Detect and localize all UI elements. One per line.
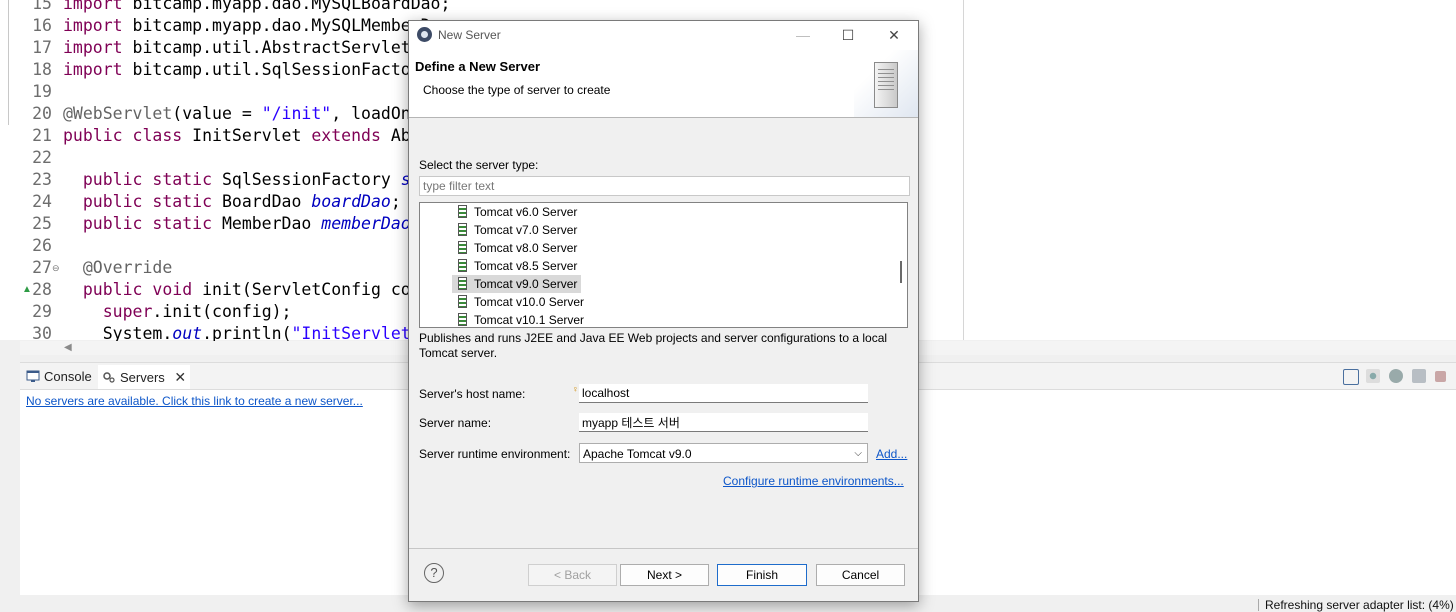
scroll-left-icon[interactable]: ◀ xyxy=(64,342,72,353)
banner-title: Define a New Server xyxy=(415,59,541,74)
tomcat-server-icon xyxy=(458,241,467,254)
type-filter-input[interactable] xyxy=(419,176,910,196)
cancel-button[interactable]: Cancel xyxy=(816,564,905,586)
tree-scrollbar-thumb[interactable] xyxy=(900,261,902,283)
configure-runtime-link[interactable]: Configure runtime environments... xyxy=(723,474,904,488)
finish-button[interactable]: Finish xyxy=(717,564,807,586)
code-line-20: 20 @WebServlet(value = "/init", loadOnSta… xyxy=(32,104,451,123)
code-line-25: 25 public static MemberDao memberDao; xyxy=(32,214,421,233)
button-bar-separator xyxy=(409,548,918,549)
host-name-label: Server's host name: xyxy=(419,387,526,401)
status-separator xyxy=(1258,599,1259,611)
console-icon xyxy=(26,368,40,382)
code-line-22: 22 xyxy=(32,148,52,167)
print-margin xyxy=(963,0,964,340)
start-server-icon[interactable] xyxy=(1389,369,1403,383)
tomcat-server-icon xyxy=(458,223,467,236)
tree-item-tomcat-v8-5[interactable]: Tomcat v8.5 Server xyxy=(452,257,581,275)
maximize-button[interactable]: ☐ xyxy=(837,25,859,45)
dialog-title: New Server xyxy=(438,28,501,42)
eclipse-icon xyxy=(417,27,432,42)
tree-item-tomcat-v10-0[interactable]: Tomcat v10.0 Server xyxy=(452,293,588,311)
next-button[interactable]: Next > xyxy=(620,564,709,586)
status-text: Refreshing server adapter list: (4%) xyxy=(1265,598,1454,612)
tomcat-server-icon xyxy=(458,205,467,218)
server-name-input[interactable] xyxy=(579,413,868,432)
stop-server-icon[interactable] xyxy=(1435,371,1446,382)
tomcat-server-icon xyxy=(458,313,467,326)
tree-item-tomcat-v10-1[interactable]: Tomcat v10.1 Server xyxy=(452,311,588,327)
server-icon xyxy=(874,62,898,108)
tab-console[interactable]: Console xyxy=(26,366,92,388)
add-runtime-link[interactable]: Add... xyxy=(876,447,907,461)
code-line-29: 29 super.init(config); xyxy=(32,302,292,321)
tree-item-tomcat-v8-0[interactable]: Tomcat v8.0 Server xyxy=(452,239,581,257)
new-server-dialog: New Server — ☐ ✕ Define a New Server Cho… xyxy=(408,20,919,602)
runtime-environment-value: Apache Tomcat v9.0 xyxy=(583,447,692,461)
servers-icon xyxy=(102,368,116,383)
help-icon[interactable]: ? xyxy=(424,563,444,583)
fold-toggle-icon[interactable]: ⊖ xyxy=(52,263,60,274)
banner-description: Choose the type of server to create xyxy=(423,83,611,97)
tomcat-server-icon xyxy=(458,295,467,308)
tomcat-server-icon xyxy=(458,259,467,272)
server-type-description: Publishes and runs J2EE and Java EE Web … xyxy=(419,331,888,360)
host-name-input[interactable] xyxy=(579,384,868,403)
content-assist-icon: ♀ xyxy=(572,384,579,394)
code-line-23: 23 public static SqlSessionFactory sqlS xyxy=(32,170,440,189)
tab-servers[interactable]: Servers ✕ xyxy=(98,365,191,389)
close-tab-icon[interactable]: ✕ xyxy=(174,369,186,385)
chevron-down-icon: ⌵ xyxy=(854,448,862,459)
runtime-environment-select[interactable]: Apache Tomcat v9.0 ⌵ xyxy=(579,443,868,463)
collapse-all-icon[interactable] xyxy=(1343,369,1359,385)
code-line-17: 17 import bitcamp.util.AbstractServlet; xyxy=(32,38,421,57)
override-marker-icon: ▲ xyxy=(22,284,32,295)
code-line-21: 21public class InitServlet extends Abstr… xyxy=(32,126,450,145)
code-line-27: 27 @Override xyxy=(32,258,173,277)
code-line-19: 19 xyxy=(32,82,52,101)
create-server-link[interactable]: No servers are available. Click this lin… xyxy=(26,394,363,408)
back-button[interactable]: < Back xyxy=(528,564,617,586)
dialog-titlebar[interactable]: New Server — ☐ ✕ xyxy=(409,21,918,50)
tomcat-server-icon xyxy=(458,277,467,290)
tree-item-tomcat-v9-0[interactable]: Tomcat v9.0 Server xyxy=(452,275,582,293)
server-name-label: Server name: xyxy=(419,416,492,430)
code-line-26: 26 xyxy=(32,236,52,255)
wizard-banner: Define a New Server Choose the type of s… xyxy=(409,50,918,118)
server-type-tree[interactable]: Tomcat v6.0 Server Tomcat v7.0 Server To… xyxy=(419,202,908,328)
minimize-button[interactable]: — xyxy=(792,25,814,45)
code-line-16: 16 import bitcamp.myapp.dao.MySQLMemberDa… xyxy=(32,16,451,35)
debug-server-icon[interactable] xyxy=(1366,369,1380,383)
server-type-label: Select the server type: xyxy=(419,158,539,172)
code-line-18: 18 import bitcamp.util.SqlSessionFactoryP xyxy=(32,60,441,79)
profile-server-icon[interactable] xyxy=(1412,369,1426,383)
tree-item-tomcat-v6-0[interactable]: Tomcat v6.0 Server xyxy=(452,203,581,221)
code-line-28: 28 public void init(ServletConfig config xyxy=(32,280,451,299)
tree-item-tomcat-v7-0[interactable]: Tomcat v7.0 Server xyxy=(452,221,581,239)
code-line-24: 24 public static BoardDao boardDao; xyxy=(32,192,401,211)
close-button[interactable]: ✕ xyxy=(883,25,905,45)
banner-image xyxy=(854,50,918,117)
code-line-15: 15 import bitcamp.myapp.dao.MySQLBoardDao… xyxy=(32,0,451,13)
runtime-environment-label: Server runtime environment: xyxy=(419,447,571,461)
